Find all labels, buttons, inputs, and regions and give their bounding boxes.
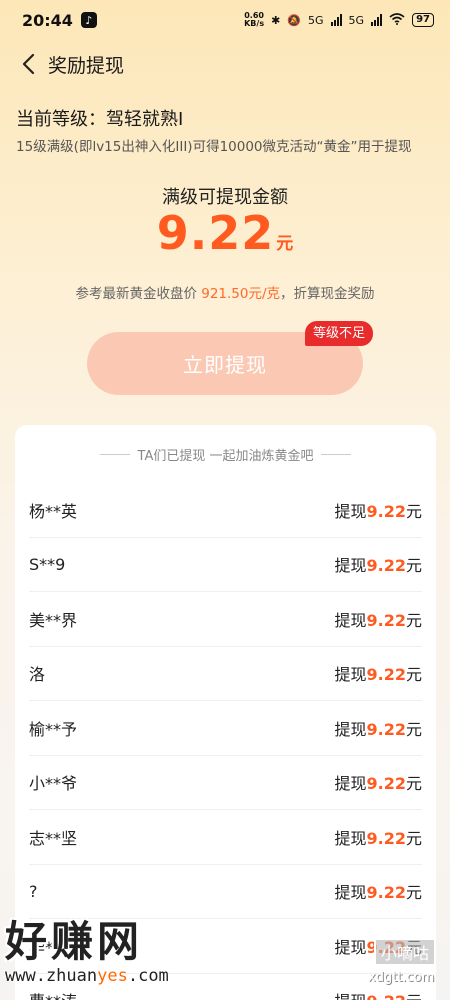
watermark-site: xdgtt.com [368, 970, 435, 985]
withdraw-record-unit: 元 [405, 828, 422, 848]
tiktok-icon: ♪ [80, 12, 97, 28]
withdraw-prefix: 提现 [334, 828, 367, 848]
withdraw-prefix: 提现 [334, 937, 367, 957]
watermark-url-pre: www.zhuan [5, 966, 98, 986]
withdraw-record-unit: 元 [405, 501, 422, 521]
withdraw-prefix: 提现 [334, 719, 367, 739]
status-icons: 0.60 KB/s ✱ 🔕 5G 5G 97 [244, 12, 434, 28]
user-name: 美**界 [29, 610, 78, 630]
withdraw-record: 提现9.22元 [334, 716, 422, 740]
list-item: 志**坚 提现9.22元 [29, 810, 422, 865]
gold-price-reference: 参考最新黄金收盘价 921.50元/克，折算现金奖励 [0, 282, 450, 302]
net-speed: 0.60 KB/s [244, 12, 264, 28]
list-item: 洛 提现9.22元 [29, 647, 422, 701]
withdraw-records-card: TA们已提现 一起加油炼黄金吧 杨**英 提现9.22元 S**9 提现9.22元 美*… [15, 425, 436, 1000]
level-description: 15级满级(即lv15出神入化III)可得10000微克活动“黄金”用于提现 [16, 139, 412, 155]
withdraw-record-amount: 9.22 [366, 774, 406, 794]
list-item: 榆**予 提现9.22元 [29, 701, 422, 756]
withdraw-record: 提现9.22元 [334, 879, 422, 903]
withdraw-record-unit: 元 [405, 556, 422, 576]
watermark-url-post: .com [127, 966, 169, 986]
mute-icon: 🔕 [287, 13, 302, 27]
withdraw-record-unit: 元 [405, 883, 422, 903]
watermark-haozhuan: 好赚网 www.zhuanyes.com [5, 918, 195, 998]
records-header-text: TA们已提现 一起加油炼黄金吧 [137, 448, 314, 464]
insufficient-level-badge: 等级不足 [305, 321, 374, 346]
withdraw-record-amount: 9.22 [366, 883, 406, 903]
user-name: 洛 [29, 665, 46, 685]
withdraw-amount-unit: 元 [276, 234, 294, 254]
withdraw-record-unit: 元 [405, 774, 422, 794]
list-item: 杨**英 提现9.22元 [29, 483, 422, 538]
nav-bar: 奖励提现 [0, 44, 450, 84]
watermark-xiaodigu: 小嘀咕 xdgtt.com [368, 938, 448, 998]
withdraw-record: 提现9.22元 [334, 607, 422, 631]
list-item: S**9 提现9.22元 [29, 538, 422, 592]
user-name: 志**坚 [29, 828, 78, 848]
withdraw-prefix: 提现 [334, 992, 366, 1000]
withdraw-record-amount: 9.22 [366, 556, 406, 576]
withdraw-prefix: 提现 [334, 610, 367, 630]
user-name: S**9 [29, 554, 66, 574]
ref-suffix: ，折算现金奖励 [280, 286, 375, 302]
current-level: 当前等级：驾轻就熟I [16, 109, 184, 130]
net-speed-unit: KB/s [244, 19, 265, 28]
list-item: ? 提现9.22元 [29, 865, 422, 919]
withdraw-record-amount: 9.22 [366, 610, 406, 630]
withdraw-prefix: 提现 [334, 501, 367, 521]
list-item: 小**爷 提现9.22元 [29, 756, 422, 810]
watermark-url-highlight: yes [97, 966, 128, 986]
withdraw-prefix: 提现 [334, 883, 367, 903]
status-bar: 20:44 ♪ 0.60 KB/s ✱ 🔕 5G 5G 97 [0, 0, 450, 40]
watermark-url: www.zhuanyes.com [5, 966, 195, 986]
wifi-icon [389, 12, 405, 28]
signal-1-label: 5G [308, 13, 324, 27]
withdraw-record-unit: 元 [405, 610, 422, 630]
watermark-brand: 好赚网 [5, 917, 144, 966]
status-time: 20:44 [22, 10, 73, 30]
withdraw-record-amount: 9.22 [366, 719, 406, 739]
ref-prefix: 参考最新黄金收盘价 [75, 286, 197, 302]
records-header: TA们已提现 一起加油炼黄金吧 [15, 425, 436, 483]
user-name: ? [29, 881, 38, 901]
back-button[interactable] [8, 44, 48, 84]
watermark-stamp: 小嘀咕 [374, 938, 437, 966]
withdraw-record: 提现9.22元 [334, 661, 422, 685]
battery-icon: 97 [412, 13, 434, 27]
withdraw-record: 提现9.22元 [334, 770, 422, 794]
user-name: 榆**予 [29, 719, 78, 739]
list-item: 美**界 提现9.22元 [29, 592, 422, 647]
bluetooth-icon: ✱ [271, 13, 281, 27]
user-name: 小**爷 [29, 774, 78, 794]
withdraw-amount: 9.22 元 [0, 206, 450, 260]
withdraw-record-amount: 9.22 [366, 665, 406, 685]
divider-right [321, 453, 352, 455]
withdraw-record-unit: 元 [405, 665, 422, 685]
withdraw-record-amount: 9.22 [366, 501, 406, 521]
withdraw-prefix: 提现 [334, 774, 367, 794]
withdraw-record: 提现9.22元 [334, 825, 422, 849]
divider-left [99, 453, 130, 455]
withdraw-record: 提现9.22元 [334, 498, 422, 522]
withdraw-amount-value: 9.22 [156, 206, 275, 260]
chevron-left-icon [22, 53, 35, 75]
withdraw-record-amount: 9.22 [366, 828, 406, 848]
signal-1-icon [330, 14, 342, 26]
withdraw-prefix: 提现 [334, 665, 367, 685]
withdraw-prefix: 提现 [334, 556, 367, 576]
withdraw-record: 提现9.22元 [334, 552, 422, 576]
withdraw-record-unit: 元 [405, 719, 422, 739]
signal-2-label: 5G [348, 13, 365, 27]
user-name: 杨**英 [29, 501, 78, 521]
gold-price: 921.50元/克 [201, 286, 281, 302]
page-title: 奖励提现 [48, 54, 125, 77]
signal-2-icon [371, 14, 383, 26]
